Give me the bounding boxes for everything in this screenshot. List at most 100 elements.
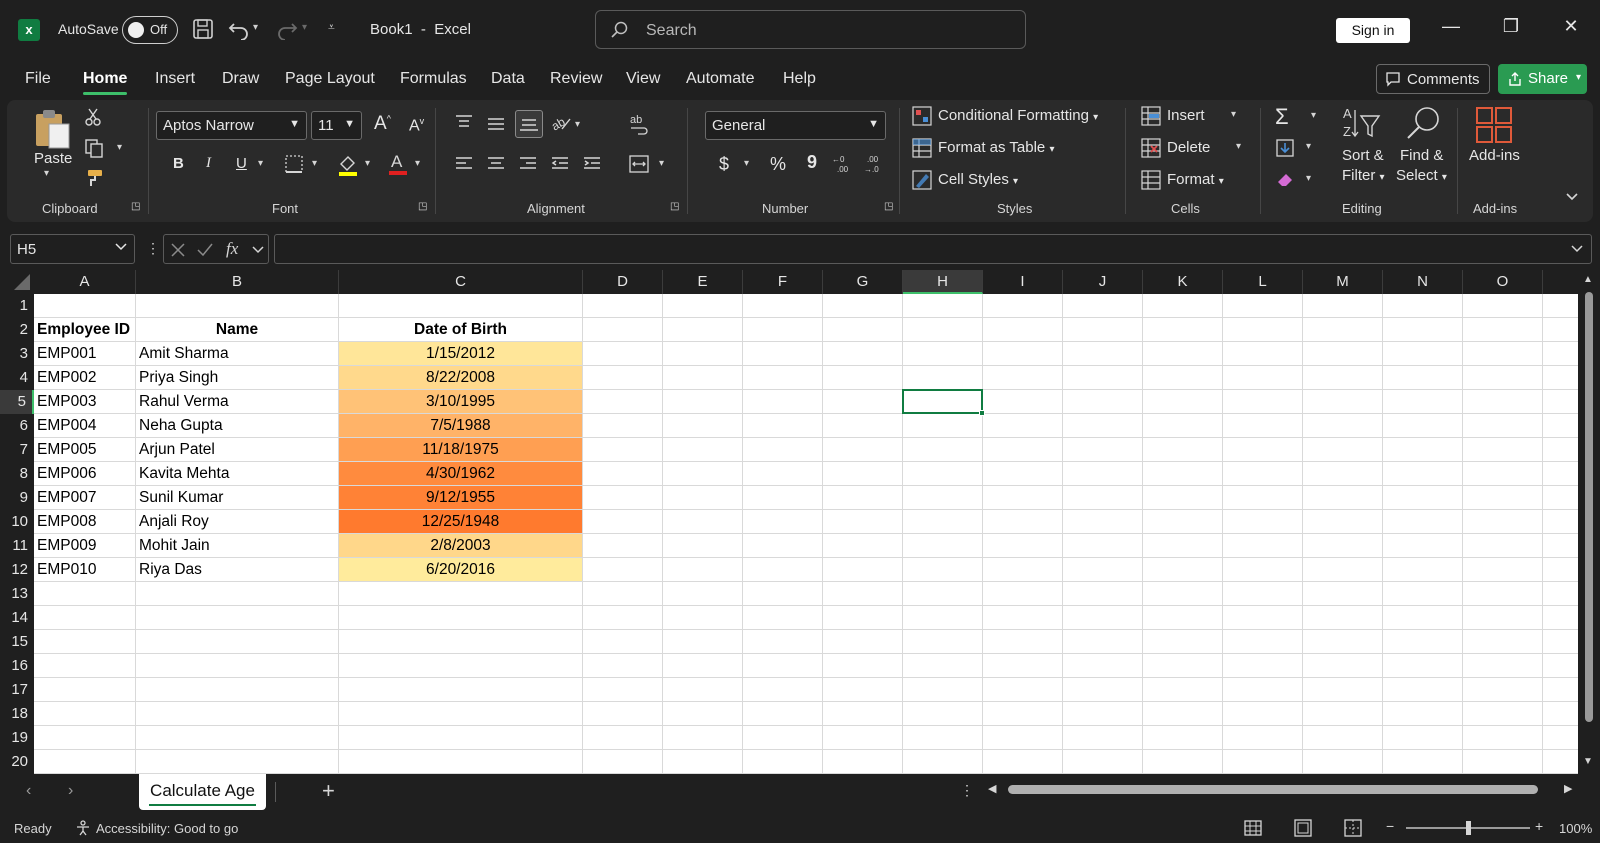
number-launcher-icon[interactable]: ◳: [884, 201, 893, 212]
cell-date-of-birth[interactable]: 7/5/1988: [339, 414, 582, 437]
delete-cells-button[interactable]: Delete: [1167, 139, 1210, 156]
select-all-corner[interactable]: [0, 270, 34, 294]
font-size-select[interactable]: 11 ▼: [311, 111, 362, 140]
wrap-text-icon[interactable]: ab: [628, 112, 650, 136]
cell-styles-icon[interactable]: [912, 170, 932, 190]
add-ins-button[interactable]: Add-ins: [1469, 147, 1520, 164]
underline-button[interactable]: U: [236, 155, 247, 172]
active-cell-selection[interactable]: [902, 389, 985, 416]
sort-filter-label[interactable]: Sort &: [1342, 147, 1384, 164]
autosum-dropdown-icon[interactable]: ▾: [1311, 110, 1316, 121]
cell-name[interactable]: Anjali Roy: [136, 510, 338, 533]
name-box[interactable]: H5: [10, 234, 135, 264]
cut-icon[interactable]: [84, 108, 102, 126]
clear-dropdown-icon[interactable]: ▾: [1306, 173, 1311, 184]
header-cell-employee-id[interactable]: Employee ID: [34, 318, 135, 341]
undo-icon[interactable]: [228, 18, 250, 40]
align-top-icon[interactable]: [454, 114, 474, 130]
font-color-dropdown-icon[interactable]: ▾: [415, 158, 420, 169]
align-center-icon[interactable]: [486, 156, 506, 172]
vertical-scroll-thumb[interactable]: [1585, 292, 1593, 722]
search-box[interactable]: Search: [595, 10, 1026, 49]
font-launcher-icon[interactable]: ◳: [418, 201, 427, 212]
cell-styles-button[interactable]: Cell Styles ▾: [938, 171, 1018, 188]
format-cells-icon[interactable]: [1141, 170, 1161, 190]
cell-date-of-birth[interactable]: 3/10/1995: [339, 390, 582, 413]
tab-view[interactable]: View: [626, 70, 660, 88]
zoom-level[interactable]: 100%: [1559, 821, 1592, 836]
row-header-12[interactable]: 12: [0, 558, 34, 582]
paste-icon[interactable]: [33, 108, 73, 150]
column-header-f[interactable]: F: [743, 270, 823, 294]
find-select-label-2[interactable]: Select ▾: [1396, 167, 1447, 184]
add-sheet-button[interactable]: +: [322, 778, 335, 804]
cell-name[interactable]: Priya Singh: [136, 366, 338, 389]
page-break-view-icon[interactable]: [1344, 819, 1362, 837]
cell-name[interactable]: Neha Gupta: [136, 414, 338, 437]
formula-input[interactable]: [274, 234, 1592, 264]
number-format-select[interactable]: General ▼: [705, 111, 886, 140]
cell-employee-id[interactable]: EMP010: [34, 558, 135, 581]
decrease-font-icon[interactable]: Av: [409, 116, 424, 135]
scroll-left-icon[interactable]: ◀: [988, 782, 996, 795]
scroll-down-icon[interactable]: ▼: [1583, 756, 1593, 767]
row-header-16[interactable]: 16: [0, 654, 34, 678]
normal-view-icon[interactable]: [1244, 819, 1262, 837]
row-header-9[interactable]: 9: [0, 486, 34, 510]
zoom-slider[interactable]: [1406, 821, 1530, 835]
paste-label[interactable]: Paste: [34, 150, 72, 167]
column-header-e[interactable]: E: [663, 270, 743, 294]
zoom-in-icon[interactable]: +: [1535, 818, 1543, 834]
column-header-i[interactable]: I: [983, 270, 1063, 294]
tab-review[interactable]: Review: [550, 70, 602, 88]
delete-cells-icon[interactable]: [1141, 138, 1161, 158]
format-cells-button[interactable]: Format ▾: [1167, 171, 1224, 188]
row-header-20[interactable]: 20: [0, 750, 34, 774]
scroll-right-icon[interactable]: ▶: [1564, 782, 1572, 795]
merge-dropdown-icon[interactable]: ▾: [659, 158, 664, 169]
scroll-up-icon[interactable]: ▲: [1583, 274, 1593, 285]
column-header-l[interactable]: L: [1223, 270, 1303, 294]
enter-icon[interactable]: [196, 242, 214, 258]
cell-name[interactable]: Riya Das: [136, 558, 338, 581]
column-header-m[interactable]: M: [1303, 270, 1383, 294]
share-button[interactable]: Share ▾: [1498, 64, 1587, 94]
close-icon[interactable]: ✕: [1556, 16, 1586, 42]
cell-name[interactable]: Rahul Verma: [136, 390, 338, 413]
cell-date-of-birth[interactable]: 12/25/1948: [339, 510, 582, 533]
tab-formulas[interactable]: Formulas: [400, 70, 467, 88]
zoom-out-icon[interactable]: −: [1386, 818, 1394, 834]
cell-employee-id[interactable]: EMP009: [34, 534, 135, 557]
font-family-select[interactable]: Aptos Narrow ▼: [156, 111, 307, 140]
cell-name[interactable]: Sunil Kumar: [136, 486, 338, 509]
restore-icon[interactable]: ❐: [1496, 16, 1526, 42]
row-header-4[interactable]: 4: [0, 366, 34, 390]
page-layout-view-icon[interactable]: [1294, 819, 1312, 837]
column-header-g[interactable]: G: [823, 270, 903, 294]
currency-button[interactable]: $: [719, 154, 729, 175]
find-select-label[interactable]: Find &: [1400, 147, 1443, 164]
header-cell-date-of-birth[interactable]: Date of Birth: [339, 318, 582, 341]
column-header-b[interactable]: B: [136, 270, 339, 294]
align-bottom-icon[interactable]: [515, 110, 543, 138]
tab-file[interactable]: File: [25, 70, 51, 88]
vertical-scrollbar[interactable]: ▲ ▼: [1578, 270, 1600, 774]
fill-dropdown-icon[interactable]: ▾: [1306, 141, 1311, 152]
conditional-formatting-button[interactable]: Conditional Formatting ▾: [938, 107, 1098, 124]
expand-formula-icon[interactable]: [1571, 245, 1583, 253]
cell-employee-id[interactable]: EMP002: [34, 366, 135, 389]
row-header-10[interactable]: 10: [0, 510, 34, 534]
clear-icon[interactable]: [1275, 170, 1295, 190]
insert-function-icon[interactable]: fx: [226, 239, 238, 259]
align-right-icon[interactable]: [518, 156, 538, 172]
borders-icon[interactable]: [284, 154, 304, 174]
column-header-a[interactable]: A: [34, 270, 136, 294]
autosave-toggle[interactable]: Off: [122, 16, 178, 44]
insert-cells-button[interactable]: Insert: [1167, 107, 1205, 124]
font-color-icon[interactable]: A: [387, 150, 409, 176]
sheet-tab-calculate-age[interactable]: Calculate Age: [139, 774, 266, 810]
sort-filter-icon[interactable]: AZ: [1341, 104, 1381, 142]
paste-dropdown-icon[interactable]: ▾: [44, 168, 49, 179]
collapse-ribbon-icon[interactable]: [1565, 192, 1579, 202]
comma-button[interactable]: 9: [807, 152, 817, 173]
